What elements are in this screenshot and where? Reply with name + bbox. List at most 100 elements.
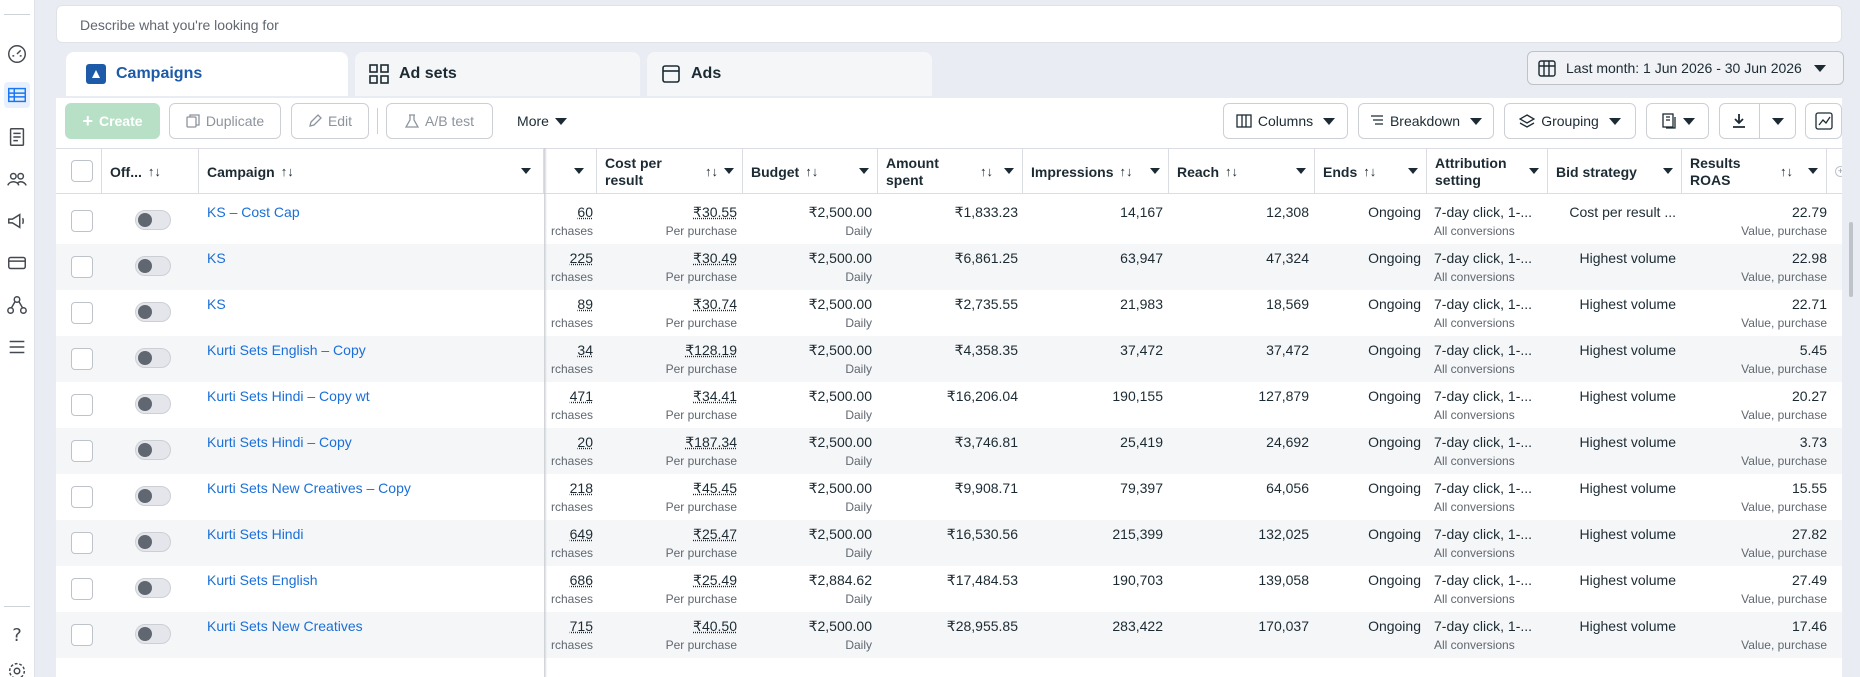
results-value[interactable]: 34 [577,342,593,358]
tab-campaigns[interactable]: Campaigns [66,52,348,96]
sort-icon[interactable]: ↑↓ [1780,163,1793,180]
chevron-down-icon[interactable] [1808,168,1818,174]
on-off-toggle[interactable] [135,578,171,598]
header-campaign[interactable]: Campaign ↑↓ [199,149,544,194]
sort-icon[interactable]: ↑↓ [980,163,993,180]
billing-card-icon[interactable] [4,250,30,276]
results-value[interactable]: 20 [577,434,593,450]
chevron-down-icon[interactable] [574,168,584,174]
cost-per-result-value[interactable]: ₹128.19 [685,342,737,359]
header-budget[interactable]: Budget ↑↓ [743,149,878,194]
dashboard-icon[interactable] [4,41,30,67]
cost-per-result-value[interactable]: ₹30.55 [693,204,737,221]
campaign-name-link[interactable]: Kurti Sets Hindi – Copy wt [207,388,370,404]
ab-test-button[interactable]: A/B test [386,103,493,139]
budget-value[interactable]: ₹2,500.00 [809,526,872,543]
tab-ad-sets[interactable]: Ad sets [355,52,640,96]
charts-button[interactable] [1805,103,1842,139]
chevron-down-icon[interactable] [1150,168,1160,174]
chevron-down-icon[interactable] [1663,168,1673,174]
row-checkbox[interactable] [71,578,93,600]
results-value[interactable]: 686 [570,572,593,588]
sort-icon[interactable]: ↑↓ [281,164,294,179]
budget-value[interactable]: ₹2,500.00 [809,434,872,451]
results-value[interactable]: 649 [570,526,593,542]
campaign-name-link[interactable]: Kurti Sets New Creatives [207,618,363,634]
on-off-toggle[interactable] [135,256,171,276]
date-range-picker[interactable]: Last month: 1 Jun 2026 - 30 Jun 2026 [1527,51,1844,85]
cost-per-result-value[interactable]: ₹187.34 [685,434,737,451]
row-checkbox[interactable] [71,348,93,370]
ads-megaphone-icon[interactable] [4,208,30,234]
help-icon[interactable]: ? [4,622,30,648]
budget-value[interactable]: ₹2,500.00 [809,342,872,359]
cost-per-result-value[interactable]: ₹40.50 [693,618,737,635]
columns-button[interactable]: Columns [1223,103,1348,139]
tab-ads[interactable]: Ads [647,52,932,96]
vertical-scrollbar[interactable] [1849,222,1853,297]
sort-icon[interactable]: ↑↓ [1363,164,1376,179]
results-value[interactable]: 715 [570,618,593,634]
chevron-down-icon[interactable] [724,168,734,174]
row-checkbox[interactable] [71,624,93,646]
header-attribution[interactable]: Attribution setting [1427,149,1548,194]
audiences-icon[interactable] [4,166,30,192]
campaigns-table-icon[interactable] [4,82,30,108]
sort-icon[interactable]: ↑↓ [705,163,718,180]
header-cost-per-result[interactable]: Cost per result ↑↓ [597,149,743,194]
chevron-down-icon[interactable] [521,168,531,174]
more-button[interactable]: More [502,103,582,139]
pages-icon[interactable] [4,124,30,150]
campaign-name-link[interactable]: KS [207,250,226,266]
sort-icon[interactable]: ↑↓ [1119,164,1132,179]
campaign-name-link[interactable]: Kurti Sets Hindi – Copy [207,434,352,450]
row-checkbox[interactable] [71,256,93,278]
results-value[interactable]: 471 [570,388,593,404]
select-all-checkbox[interactable] [71,160,93,182]
network-icon[interactable] [4,292,30,318]
header-off[interactable]: Off... ↑↓ [102,149,199,194]
campaign-name-link[interactable]: Kurti Sets English – Copy [207,342,366,358]
sort-icon[interactable]: ↑↓ [1225,164,1238,179]
on-off-toggle[interactable] [135,532,171,552]
on-off-toggle[interactable] [135,348,171,368]
row-checkbox[interactable] [71,210,93,232]
row-checkbox[interactable] [71,440,93,462]
chevron-down-icon[interactable] [1408,168,1418,174]
menu-icon[interactable] [4,334,30,360]
chevron-down-icon[interactable] [1004,168,1014,174]
header-impressions[interactable]: Impressions ↑↓ [1023,149,1169,194]
create-button[interactable]: + Create [65,103,160,139]
edit-button[interactable]: Edit [291,103,369,139]
budget-value[interactable]: ₹2,500.00 [809,618,872,635]
header-results-roas[interactable]: Results ROAS ↑↓ [1682,149,1827,194]
sort-icon[interactable]: ↑↓ [805,164,818,179]
on-off-toggle[interactable] [135,440,171,460]
breakdown-button[interactable]: Breakdown [1358,103,1494,139]
cost-per-result-value[interactable]: ₹30.49 [693,250,737,267]
cost-per-result-value[interactable]: ₹45.45 [693,480,737,497]
header-amount-spent[interactable]: Amount spent ↑↓ [878,149,1023,194]
cost-per-result-value[interactable]: ₹30.74 [693,296,737,313]
sort-icon[interactable]: ↑↓ [148,164,161,179]
cost-per-result-value[interactable]: ₹25.47 [693,526,737,543]
header-ends[interactable]: Ends ↑↓ [1315,149,1427,194]
results-value[interactable]: 218 [570,480,593,496]
budget-value[interactable]: ₹2,500.00 [809,204,872,221]
results-value[interactable]: 225 [570,250,593,266]
budget-value[interactable]: ₹2,884.62 [809,572,872,589]
header-results[interactable] [544,149,597,194]
campaign-name-link[interactable]: Kurti Sets English [207,572,318,588]
cost-per-result-value[interactable]: ₹34.41 [693,388,737,405]
add-column-icon[interactable]: + [1835,166,1842,177]
on-off-toggle[interactable] [135,486,171,506]
settings-icon[interactable] [4,658,30,677]
on-off-toggle[interactable] [135,210,171,230]
budget-value[interactable]: ₹2,500.00 [809,296,872,313]
grouping-button[interactable]: Grouping [1504,103,1636,139]
on-off-toggle[interactable] [135,302,171,322]
campaign-name-link[interactable]: Kurti Sets New Creatives – Copy [207,480,411,496]
row-checkbox[interactable] [71,302,93,324]
row-checkbox[interactable] [71,394,93,416]
budget-value[interactable]: ₹2,500.00 [809,250,872,267]
